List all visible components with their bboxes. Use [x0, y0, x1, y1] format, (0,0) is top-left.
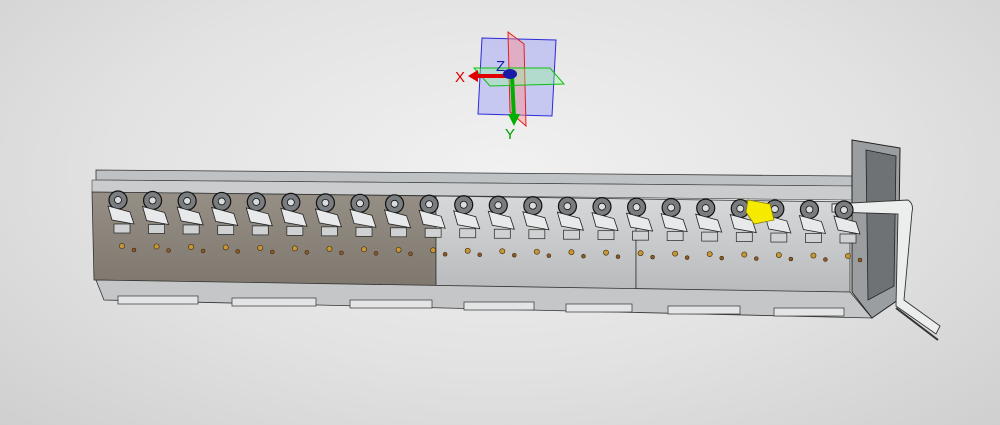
machine-assembly[interactable]: [0, 0, 1000, 425]
bolt-icon: [581, 253, 586, 259]
roller-hub-icon: [598, 202, 606, 211]
bolt-icon: [650, 254, 655, 260]
bolt-icon: [741, 251, 748, 258]
bolt-icon: [568, 249, 575, 256]
clamp-block-icon: [251, 225, 269, 236]
clamp-block-icon: [321, 226, 338, 237]
clamp-block-icon: [493, 228, 511, 239]
clamp-block-icon: [424, 227, 442, 238]
bolt-icon: [188, 244, 195, 250]
bolt-icon: [131, 247, 137, 253]
roller-hub-icon: [252, 198, 261, 206]
bolt-icon: [200, 248, 206, 254]
bolt-icon: [603, 249, 609, 256]
bolt-icon: [222, 244, 229, 251]
bolt-icon: [672, 250, 679, 257]
bolt-icon: [153, 243, 160, 250]
roller-hub-icon: [148, 196, 157, 205]
bolt-icon: [845, 253, 851, 259]
roller-hub-icon: [667, 203, 676, 212]
bolt-icon: [408, 251, 413, 257]
roller-hub-icon: [183, 197, 192, 205]
clamp-block-icon: [390, 227, 407, 238]
graphics-viewport[interactable]: X Y Z: [0, 0, 1000, 425]
roller-hub-icon: [805, 205, 814, 214]
clamp-block-icon: [113, 223, 131, 234]
bolt-icon: [512, 252, 517, 258]
bolt-icon: [270, 249, 275, 255]
roller-hub-icon: [114, 196, 122, 204]
clamp-block-icon: [217, 225, 235, 235]
clamp-block-icon: [563, 229, 580, 240]
bolt-icon: [235, 249, 240, 254]
bolt-icon: [615, 254, 621, 259]
clamp-block-icon: [355, 226, 373, 237]
clamp-block-icon: [770, 232, 788, 243]
roller-hub-icon: [425, 200, 434, 209]
bolt-icon: [684, 255, 690, 260]
clamp-block-icon: [148, 224, 165, 234]
roller-hub-icon: [632, 203, 641, 212]
clamp-block-icon: [459, 228, 477, 239]
roller-hub-icon: [217, 197, 226, 206]
bolt-icon: [304, 250, 310, 255]
clamp-block-icon: [528, 229, 546, 240]
roller-hub-icon: [770, 205, 779, 213]
bolt-icon: [637, 250, 644, 257]
roller-hub-icon: [390, 199, 399, 208]
bolt-icon: [119, 243, 125, 249]
roller-hub-icon: [528, 201, 537, 210]
clamp-block-icon: [839, 233, 857, 244]
bolt-icon: [788, 256, 794, 262]
bolt-icon: [464, 247, 471, 254]
bolt-icon: [395, 246, 402, 253]
bolt-icon: [719, 255, 724, 261]
bolt-icon: [810, 252, 817, 259]
bolt-icon: [326, 245, 333, 252]
clamp-block-icon: [632, 230, 649, 241]
clamp-block-icon: [805, 233, 822, 243]
bolt-icon: [499, 248, 506, 255]
bolt-icon: [166, 248, 171, 253]
clamp-block-icon: [597, 230, 615, 241]
bolt-icon: [339, 250, 344, 256]
bolt-icon: [361, 246, 367, 253]
bolt-icon: [754, 256, 759, 261]
bolt-icon: [430, 247, 437, 254]
roller-hub-icon: [356, 199, 364, 208]
clamp-block-icon: [735, 232, 753, 242]
bolt-icon: [442, 252, 448, 257]
bolt-icon: [291, 245, 298, 252]
roller-hub-icon: [321, 198, 330, 207]
bolt-icon: [533, 248, 540, 255]
clamp-block-icon: [666, 231, 684, 241]
clamp-block-icon: [182, 224, 200, 235]
roller-hub-icon: [701, 204, 710, 212]
bolt-icon: [373, 251, 379, 256]
bolt-icon: [823, 257, 828, 262]
bolt-icon: [257, 245, 264, 251]
bolt-icon: [477, 252, 482, 258]
roller-hub-icon: [494, 201, 503, 210]
bolt-icon: [775, 252, 782, 258]
roller-hub-icon: [736, 204, 745, 213]
clamp-block-icon: [286, 226, 304, 236]
bolt-icon: [706, 251, 713, 257]
roller-hub-icon: [459, 200, 468, 209]
roller-hub-icon: [286, 198, 295, 207]
roller-hub-icon: [563, 202, 572, 211]
bolt-icon: [546, 253, 552, 258]
clamp-block-icon: [701, 231, 719, 242]
bolt-icon: [857, 257, 863, 263]
end-plate-face: [865, 149, 897, 301]
roller-hub-icon: [840, 206, 848, 214]
